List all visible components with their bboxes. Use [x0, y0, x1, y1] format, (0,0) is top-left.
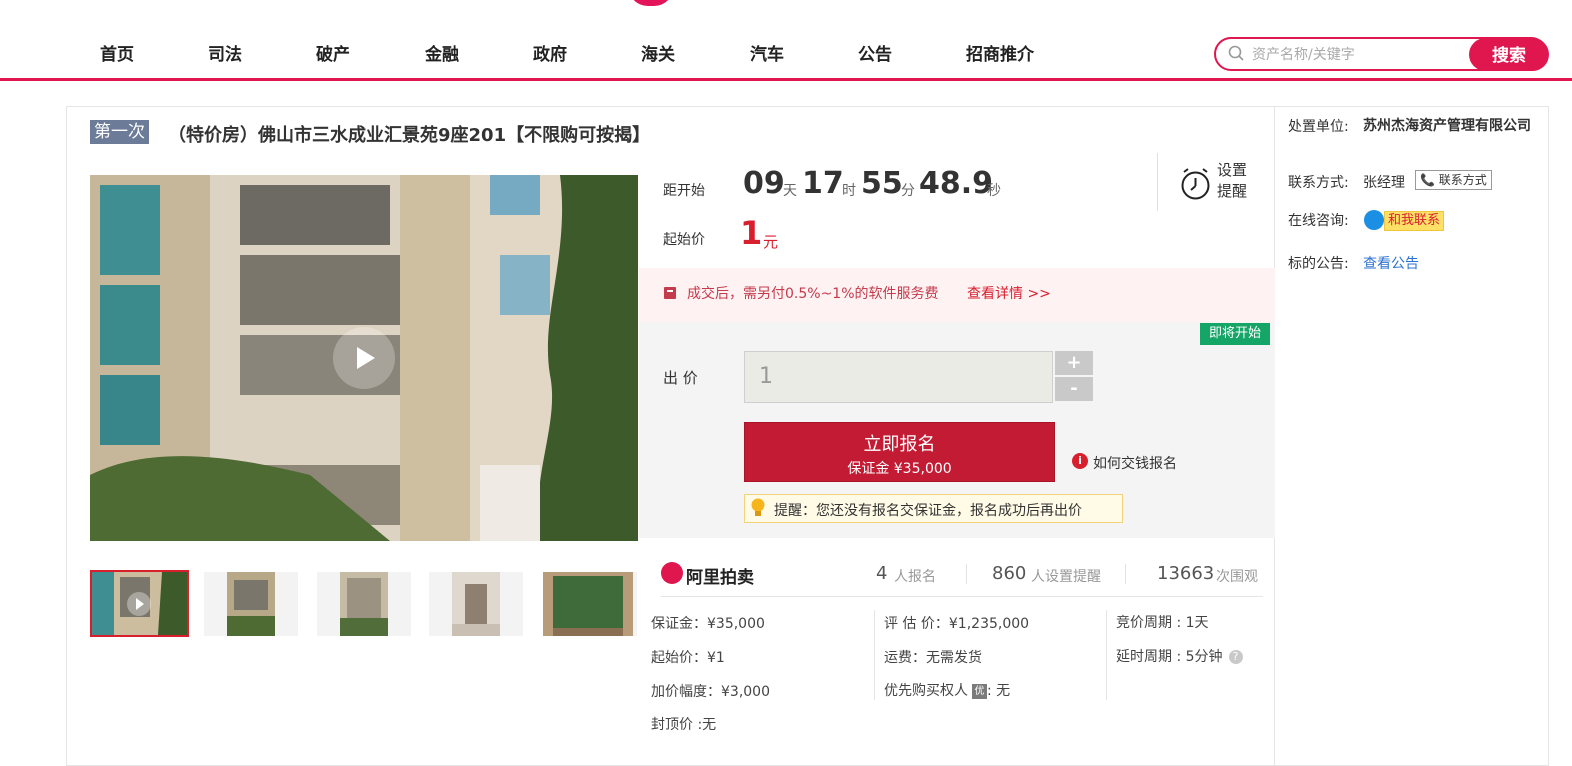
- thumbnail-video[interactable]: [90, 570, 189, 637]
- reminder-label: 人设置提醒: [1031, 569, 1101, 585]
- registered-count: 4: [876, 563, 888, 584]
- decrease-bid-button[interactable]: -: [1055, 377, 1093, 401]
- bidding-period-info: 竞价周期 : 1天: [1116, 615, 1209, 631]
- search-button[interactable]: 搜索: [1469, 38, 1549, 71]
- extension-period-info: 延时周期 : 5分钟?: [1116, 646, 1243, 666]
- reminder-divider: [1157, 153, 1158, 211]
- nav-notice[interactable]: 公告: [858, 40, 892, 65]
- countdown-hours: 17: [802, 166, 844, 201]
- service-fee-text: 成交后，需另付0.5%~1%的软件服务费: [687, 286, 939, 302]
- round-badge: 第一次: [90, 120, 149, 144]
- search-icon: [1228, 45, 1244, 61]
- register-now-label: 立即报名: [863, 434, 936, 455]
- thumbnail-2[interactable]: [204, 572, 298, 636]
- how-to-pay-link[interactable]: 如何交钱报名: [1093, 453, 1177, 473]
- start-price-info: 起始价：¥1: [651, 650, 725, 666]
- bid-amount-input[interactable]: 1: [744, 351, 1053, 403]
- countdown-seconds: 48.9: [919, 166, 994, 201]
- appraisal-info: 评 估 价：¥1,235,000: [884, 616, 1030, 632]
- start-price-unit: 元: [763, 233, 779, 251]
- info-icon: i: [1072, 453, 1088, 469]
- help-icon[interactable]: ?: [1228, 650, 1243, 664]
- agency-label: 处置单位:: [1288, 119, 1349, 135]
- cap-price-info: 封顶价 :无: [651, 717, 717, 733]
- priority-buyer-info: 优先购买权人优: 无: [884, 680, 1010, 700]
- thumbnail-5[interactable]: [543, 572, 637, 636]
- countdown-hours-unit: 时: [842, 183, 856, 199]
- priority-icon: 优: [972, 683, 987, 699]
- reminder-count: 860: [992, 563, 1027, 584]
- increment-info: 加价幅度：¥3,000: [651, 684, 770, 700]
- views-label: 次围观: [1216, 569, 1258, 585]
- item-title: （特价房）佛山市三水成业汇景苑9座201【不限购可按揭】: [168, 125, 651, 146]
- nav-government[interactable]: 政府: [533, 40, 567, 65]
- nav-bankruptcy[interactable]: 破产: [316, 40, 350, 65]
- countdown-days: 09: [743, 166, 785, 201]
- online-consult-label: 在线咨询:: [1288, 213, 1349, 229]
- countdown-label: 距开始: [663, 183, 705, 199]
- play-video-icon[interactable]: [333, 327, 395, 389]
- search-input[interactable]: [1250, 40, 1466, 70]
- alarm-clock-icon[interactable]: [1180, 168, 1211, 201]
- thumbnail-3[interactable]: [317, 572, 411, 636]
- chat-icon[interactable]: [1364, 210, 1384, 230]
- set-reminder-button[interactable]: 设置提醒: [1217, 160, 1251, 202]
- contact-info-button[interactable]: 📞 联系方式: [1415, 170, 1492, 190]
- start-price-label: 起始价: [663, 232, 705, 248]
- nav-investment[interactable]: 招商推介: [966, 40, 1034, 65]
- views-count: 13663: [1157, 563, 1215, 584]
- column-divider: [1106, 610, 1107, 700]
- register-now-button[interactable]: 立即报名 保证金 ¥35,000: [744, 422, 1055, 482]
- increase-bid-button[interactable]: +: [1055, 351, 1093, 375]
- countdown-minutes-unit: 分: [901, 183, 915, 199]
- deposit-info: 保证金：¥35,000: [651, 616, 765, 632]
- contact-me-button[interactable]: 和我联系: [1384, 211, 1445, 231]
- status-badge: 即将开始: [1200, 323, 1270, 345]
- extension-period-text: 延时周期 : 5分钟: [1116, 649, 1223, 665]
- registered-label: 人报名: [894, 569, 936, 585]
- contact-name: 张经理: [1363, 175, 1405, 191]
- nav-auto[interactable]: 汽车: [750, 40, 784, 65]
- shipping-info: 运费：无需发货: [884, 650, 982, 666]
- ali-auction-logo: 阿里拍卖: [686, 568, 754, 588]
- nav-customs[interactable]: 海关: [641, 40, 675, 65]
- countdown-days-unit: 天: [783, 183, 797, 199]
- priority-buyer-label: 优先购买权人: [884, 683, 968, 699]
- thumbnail-4[interactable]: [429, 572, 523, 636]
- lightbulb-icon: [751, 498, 765, 516]
- nav-judicial[interactable]: 司法: [208, 40, 242, 65]
- tip-text: 提醒：您还没有报名交保证金，报名成功后再出价: [774, 503, 1082, 519]
- gift-icon: [664, 287, 676, 299]
- stats-divider-line: [661, 596, 1263, 597]
- nav-home[interactable]: 首页: [100, 40, 134, 65]
- announcement-label: 标的公告:: [1288, 256, 1349, 272]
- stat-divider: [966, 564, 967, 584]
- countdown-seconds-unit: 秒: [987, 183, 1001, 199]
- priority-buyer-value: : 无: [987, 683, 1011, 699]
- ali-auction-logo-icon: [661, 562, 683, 584]
- contact-label: 联系方式:: [1288, 175, 1349, 191]
- stat-divider: [1125, 564, 1126, 584]
- column-divider: [874, 610, 875, 700]
- site-logo-fragment: [628, 0, 674, 6]
- bid-label: 出 价: [663, 369, 698, 387]
- deposit-label: 保证金 ¥35,000: [847, 461, 952, 477]
- view-details-link[interactable]: 查看详情 >>: [967, 283, 1051, 303]
- countdown-minutes: 55: [861, 166, 903, 201]
- view-announcement-link[interactable]: 查看公告: [1363, 253, 1419, 273]
- agency-name[interactable]: 苏州杰海资产管理有限公司: [1363, 116, 1535, 137]
- nav-finance[interactable]: 金融: [425, 40, 459, 65]
- start-price-value: 1: [740, 214, 763, 252]
